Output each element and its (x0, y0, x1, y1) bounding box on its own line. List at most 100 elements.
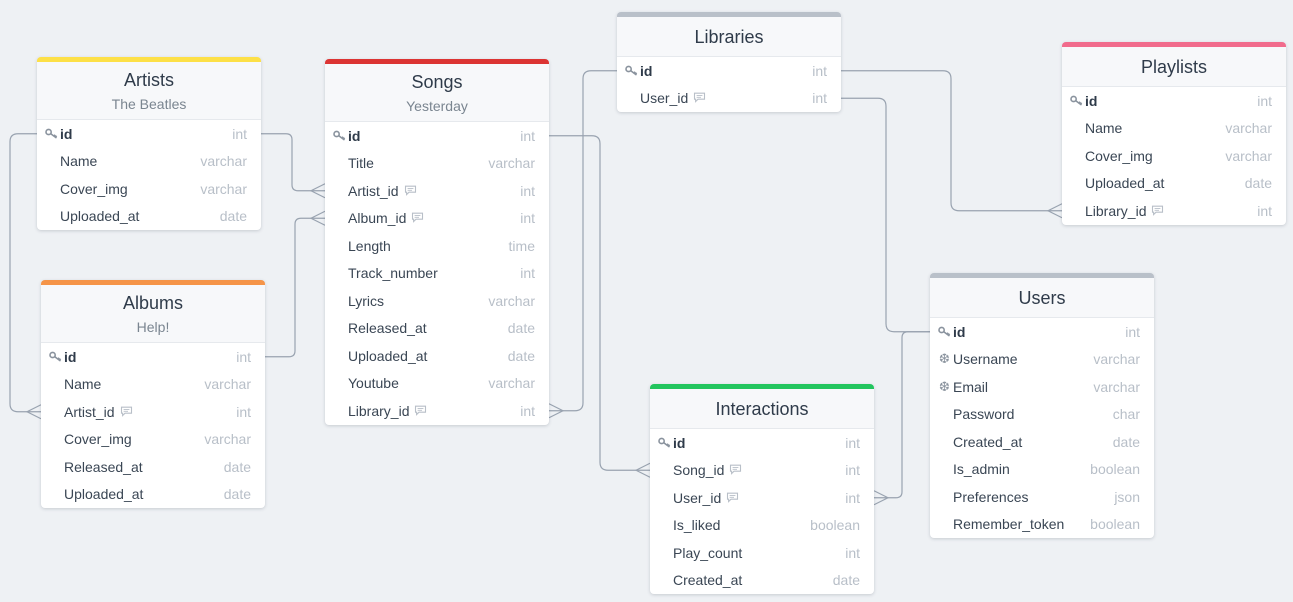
primary-key-icon (47, 351, 64, 362)
field-row[interactable]: Is_admin boolean (930, 456, 1154, 484)
table-albums[interactable]: Albums Help! id int Name varchar Artist_id in… (41, 280, 265, 508)
field-row[interactable]: Title varchar (325, 150, 549, 178)
field-row[interactable]: Cover_img varchar (37, 175, 261, 203)
table-header[interactable]: Albums Help! (41, 285, 265, 343)
field-name-text: Is_liked (673, 517, 721, 534)
field-type: int (520, 182, 535, 199)
field-row[interactable]: Length time (325, 232, 549, 260)
field-row[interactable]: Released_at date (325, 315, 549, 343)
field-row[interactable]: id int (325, 122, 549, 150)
field-row[interactable]: ❆ Email varchar (930, 373, 1154, 401)
field-type: date (507, 320, 535, 337)
table-artists[interactable]: Artists The Beatles id int Name varchar Cove… (37, 57, 261, 230)
field-row[interactable]: Created_at date (650, 567, 874, 595)
field-row[interactable]: Lyrics varchar (325, 287, 549, 315)
field-name: Name (60, 153, 97, 169)
note-icon[interactable] (1151, 203, 1164, 219)
note-icon[interactable] (120, 404, 133, 420)
link-users-libraries (841, 97, 930, 333)
table-libraries[interactable]: Libraries id int User_id int (617, 12, 841, 112)
primary-key-icon (43, 128, 60, 139)
table-playlists[interactable]: Playlists id int Name varchar Cover_img varch… (1062, 42, 1286, 225)
field-row[interactable]: id int (617, 57, 841, 85)
note-icon[interactable] (414, 403, 427, 419)
table-users[interactable]: Users id int ❆ Username varchar ❆ Email varchar… (930, 273, 1154, 538)
field-name: Name (64, 376, 101, 392)
field-row[interactable]: id int (650, 429, 874, 457)
primary-key-icon (1068, 95, 1085, 106)
field-row[interactable]: Track_number int (325, 260, 549, 288)
field-name: User_id (673, 490, 739, 506)
field-name: Title (348, 155, 374, 171)
field-row[interactable]: Name varchar (1062, 115, 1286, 143)
table-header[interactable]: Artists The Beatles (37, 62, 261, 120)
table-songs[interactable]: Songs Yesterday id int Title varchar Artist_… (325, 59, 549, 425)
field-name-text: Library_id (348, 402, 410, 419)
field-name: Uploaded_at (64, 486, 143, 502)
field-type: varchar (200, 153, 247, 170)
field-row[interactable]: id int (41, 343, 265, 371)
field-name: Released_at (64, 459, 143, 475)
field-row[interactable]: Artist_id int (41, 398, 265, 426)
table-header[interactable]: Users (930, 278, 1154, 318)
field-row[interactable]: Library_id int (325, 397, 549, 425)
field-row[interactable]: Uploaded_at date (1062, 170, 1286, 198)
field-name-text: id (953, 323, 966, 340)
field-row[interactable]: Artist_id int (325, 177, 549, 205)
field-row[interactable]: Youtube varchar (325, 370, 549, 398)
table-note: Help! (136, 319, 170, 335)
field-row[interactable]: User_id int (650, 484, 874, 512)
field-type: date (223, 486, 251, 503)
table-header[interactable]: Interactions (650, 389, 874, 429)
field-row[interactable]: Created_at date (930, 428, 1154, 456)
field-type: varchar (488, 375, 535, 392)
field-row[interactable]: Released_at date (41, 453, 265, 481)
table-header[interactable]: Songs Yesterday (325, 64, 549, 122)
field-row[interactable]: Is_liked boolean (650, 512, 874, 540)
field-row[interactable]: Uploaded_at date (325, 342, 549, 370)
field-row[interactable]: Cover_img varchar (41, 426, 265, 454)
field-row[interactable]: Remember_token boolean (930, 511, 1154, 539)
note-icon[interactable] (693, 90, 706, 106)
note-icon[interactable] (729, 462, 742, 478)
field-name-text: id (64, 348, 77, 365)
field-name: Library_id (348, 403, 427, 419)
field-row[interactable]: id int (1062, 87, 1286, 115)
field-row[interactable]: Cover_img varchar (1062, 142, 1286, 170)
field-row[interactable]: Play_count int (650, 539, 874, 567)
field-row[interactable]: Uploaded_at date (37, 203, 261, 231)
field-type: varchar (204, 376, 251, 393)
field-row[interactable]: id int (37, 120, 261, 148)
field-row[interactable]: id int (930, 318, 1154, 346)
field-row[interactable]: Song_id int (650, 457, 874, 485)
field-type: boolean (1090, 516, 1140, 533)
field-row[interactable]: Preferences json (930, 483, 1154, 511)
link-albums-songs (265, 217, 325, 358)
note-icon[interactable] (404, 183, 417, 199)
note-icon[interactable] (411, 210, 424, 226)
field-name: Released_at (348, 320, 427, 336)
field-type: boolean (810, 517, 860, 534)
link-artists-songs (261, 133, 325, 192)
table-header[interactable]: Playlists (1062, 47, 1286, 87)
field-row[interactable]: Password char (930, 401, 1154, 429)
field-row[interactable]: Library_id int (1062, 197, 1286, 225)
field-name: Album_id (348, 210, 424, 226)
field-row[interactable]: Name varchar (41, 371, 265, 399)
field-type: int (520, 265, 535, 282)
link-users-interactions (874, 331, 930, 499)
field-row[interactable]: Album_id int (325, 205, 549, 233)
field-name: User_id (640, 90, 706, 106)
field-name: id (953, 324, 965, 340)
field-row[interactable]: ❆ Username varchar (930, 346, 1154, 374)
field-name-text: Cover_img (60, 180, 128, 197)
table-header[interactable]: Libraries (617, 17, 841, 57)
table-interactions[interactable]: Interactions id int Song_id int User_id int Is… (650, 384, 874, 594)
field-row[interactable]: Name varchar (37, 148, 261, 176)
field-name-text: id (348, 127, 361, 144)
field-name-text: Cover_img (1085, 147, 1153, 164)
field-name-text: Username (953, 351, 1018, 368)
field-row[interactable]: Uploaded_at date (41, 481, 265, 509)
note-icon[interactable] (726, 490, 739, 506)
field-row[interactable]: User_id int (617, 85, 841, 113)
